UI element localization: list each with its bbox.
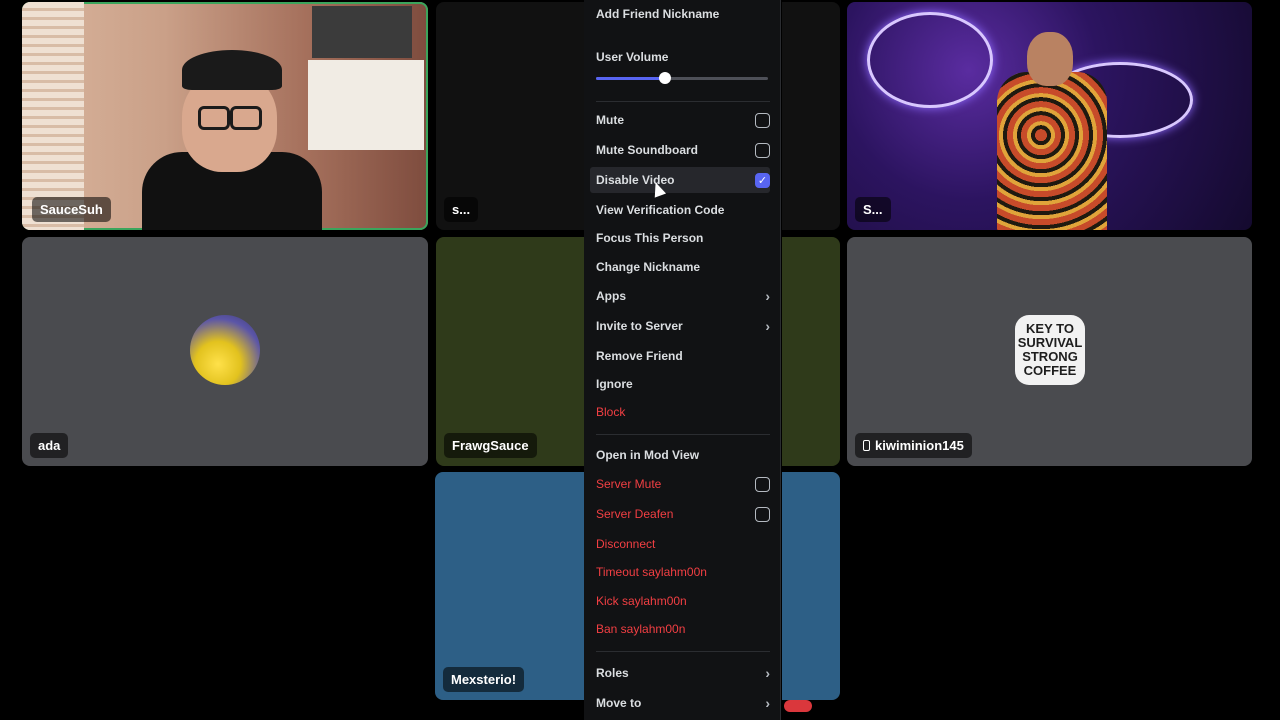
menu-item-move-to[interactable]: Move to ›	[596, 690, 770, 716]
menu-item-kick[interactable]: Kick saylahm00n	[596, 588, 770, 614]
video-tile-mexsterio-right	[782, 472, 840, 700]
menu-item-ignore[interactable]: Ignore	[596, 371, 770, 397]
video-tile-s-right	[782, 2, 840, 230]
neon-light	[867, 12, 993, 108]
menu-item-change-nickname[interactable]: Change Nickname	[596, 254, 770, 280]
user-volume-slider[interactable]	[596, 72, 768, 84]
window-blinds	[22, 2, 84, 230]
menu-item-disable-video[interactable]: Disable Video ✓	[590, 167, 770, 193]
status-indicator	[784, 700, 812, 712]
participant-name: s...	[444, 197, 479, 222]
menu-separator	[596, 101, 770, 102]
menu-item-server-mute[interactable]: Server Mute	[596, 471, 770, 497]
mobile-phone-icon	[863, 440, 870, 451]
menu-item-view-verification-code[interactable]: View Verification Code	[596, 197, 770, 223]
person-shirt	[997, 72, 1107, 230]
mute-checkbox[interactable]	[755, 112, 770, 128]
participant-name: ada	[30, 433, 69, 458]
glasses	[230, 106, 262, 130]
participant-name: kiwiminion145	[855, 433, 972, 458]
chevron-right-icon: ›	[765, 695, 770, 711]
chevron-right-icon: ›	[765, 318, 770, 334]
menu-item-block[interactable]: Block	[596, 399, 770, 425]
video-tile-kiwiminion145[interactable]: KEY TO SURVIVAL STRONG COFFEE kiwiminion…	[847, 237, 1252, 466]
wall-poster	[308, 60, 424, 150]
sticker-line: SURVIVAL	[1017, 335, 1083, 350]
person-head	[1027, 32, 1073, 86]
server-mute-checkbox[interactable]	[755, 476, 770, 492]
menu-item-disconnect[interactable]: Disconnect	[596, 531, 770, 557]
avatar	[190, 315, 260, 385]
video-tile-saucesuh[interactable]: SauceSuh	[22, 2, 428, 230]
menu-item-focus-this-person[interactable]: Focus This Person	[596, 225, 770, 251]
sticker-line: STRONG	[1022, 349, 1078, 364]
participant-name: Mexsterio!	[443, 667, 525, 692]
sticker-line: COFFEE	[1023, 363, 1077, 378]
video-tile-frawgsauce-right	[782, 237, 840, 466]
mute-soundboard-checkbox[interactable]	[755, 142, 770, 158]
menu-item-server-deafen[interactable]: Server Deafen	[596, 501, 770, 527]
server-deafen-checkbox[interactable]	[755, 506, 770, 522]
participant-name: FrawgSauce	[444, 433, 537, 458]
menu-item-invite-to-server[interactable]: Invite to Server ›	[596, 313, 770, 339]
chevron-right-icon: ›	[765, 288, 770, 304]
menu-item-mute[interactable]: Mute	[596, 107, 770, 133]
sticker-line: KEY TO	[1026, 321, 1074, 336]
user-volume-label: User Volume	[596, 50, 669, 64]
menu-separator	[596, 651, 770, 652]
chevron-right-icon: ›	[765, 665, 770, 681]
cap	[182, 50, 282, 90]
wall-poster	[312, 6, 412, 58]
menu-item-remove-friend[interactable]: Remove Friend	[596, 343, 770, 369]
participant-name: S...	[855, 197, 891, 222]
video-tile-s[interactable]: s...	[436, 2, 584, 230]
menu-item-add-friend-nickname[interactable]: Add Friend Nickname	[596, 1, 770, 27]
menu-item-timeout[interactable]: Timeout saylahm00n	[596, 559, 770, 585]
video-tile-ada[interactable]: ada	[22, 237, 428, 466]
menu-item-open-in-mod-view[interactable]: Open in Mod View	[596, 442, 770, 468]
user-context-menu: Add Friend Nickname User Volume Mute Mut…	[584, 0, 781, 720]
menu-item-roles[interactable]: Roles ›	[596, 660, 770, 686]
participant-name: SauceSuh	[32, 197, 111, 222]
menu-item-ban[interactable]: Ban saylahm00n	[596, 616, 770, 642]
video-tile-s-neon[interactable]: S...	[847, 2, 1252, 230]
avatar: KEY TO SURVIVAL STRONG COFFEE	[1015, 315, 1085, 385]
video-tile-frawgsauce[interactable]: FrawgSauce	[436, 237, 584, 466]
user-volume-thumb[interactable]	[659, 72, 671, 84]
menu-item-mute-soundboard[interactable]: Mute Soundboard	[596, 137, 770, 163]
menu-separator	[596, 434, 770, 435]
disable-video-checkbox[interactable]: ✓	[755, 172, 770, 188]
user-volume-fill	[596, 77, 665, 80]
glasses	[198, 106, 230, 130]
video-tile-mexsterio[interactable]: Mexsterio!	[435, 472, 584, 700]
menu-item-apps[interactable]: Apps ›	[596, 283, 770, 309]
